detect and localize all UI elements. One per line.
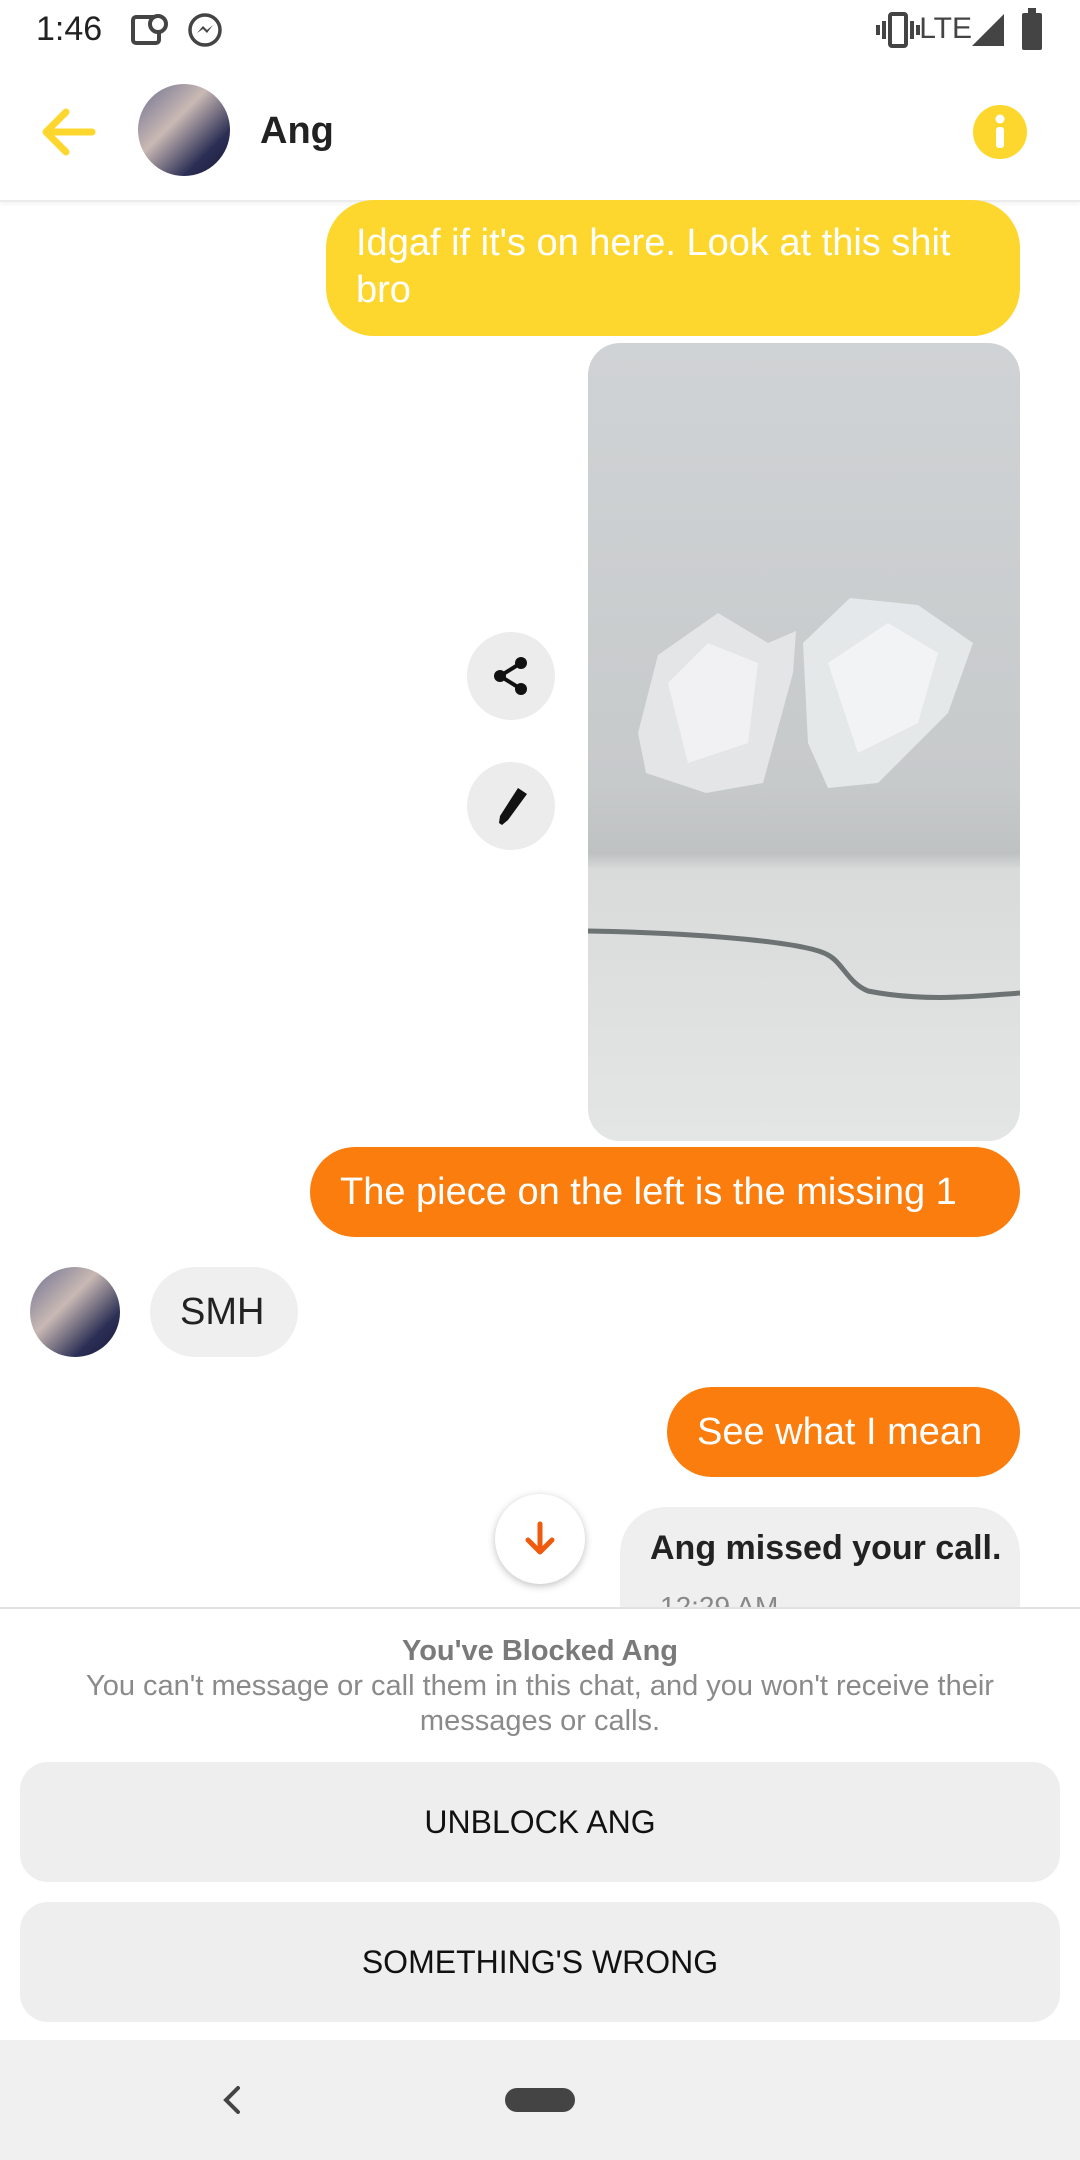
sent-photo[interactable] (588, 343, 1020, 1141)
vibrate-icon (876, 12, 920, 48)
status-bar: 1:46 LTE (0, 0, 1080, 62)
received-message-bubble[interactable]: SMH (150, 1267, 298, 1357)
missed-call-text: Ang missed your call. (650, 1529, 1002, 1567)
contact-avatar-small[interactable] (30, 1267, 120, 1357)
system-nav-bar (0, 2040, 1080, 2160)
missed-call-notice[interactable]: Ang missed your call. 12:29 AM (620, 1507, 1020, 1607)
nav-back-icon[interactable] (220, 2080, 244, 2120)
contact-name[interactable]: Ang (260, 110, 334, 153)
share-icon (494, 657, 527, 695)
pencil-icon (499, 788, 527, 825)
network-type: LTE (919, 12, 972, 45)
messenger-icon (188, 13, 222, 47)
blocked-description: You can't message or call them in this c… (86, 1670, 994, 1737)
photo-content (588, 598, 1020, 1000)
blocked-panel: You've Blocked Ang You can't message or … (0, 1607, 1080, 2042)
back-arrow-icon[interactable] (38, 104, 98, 160)
sent-message-bubble[interactable]: The piece on the left is the missing 1 (310, 1147, 1020, 1237)
nav-home-pill[interactable] (505, 2088, 575, 2112)
contact-avatar[interactable] (138, 84, 230, 176)
conversation-header: Ang (0, 62, 1080, 202)
share-button[interactable] (467, 632, 555, 720)
edit-button[interactable] (467, 762, 555, 850)
blocked-title: You've Blocked Ang (402, 1635, 678, 1667)
sent-message-bubble[interactable]: See what I mean (667, 1387, 1020, 1477)
photo-location-icon (131, 14, 168, 45)
signal-icon (972, 14, 1004, 46)
scroll-down-button[interactable] (495, 1494, 585, 1584)
arrow-down-icon (525, 1521, 555, 1555)
unblock-button[interactable]: UNBLOCK ANG (20, 1762, 1060, 1882)
info-icon[interactable] (972, 104, 1028, 160)
report-problem-button[interactable]: SOMETHING'S WRONG (20, 1902, 1060, 2022)
sent-message-bubble[interactable]: Idgaf if it's on here. Look at this shit… (326, 200, 1020, 336)
battery-icon (1022, 8, 1042, 50)
missed-call-time: 12:29 AM (660, 1591, 779, 1607)
status-time: 1:46 (36, 10, 103, 48)
